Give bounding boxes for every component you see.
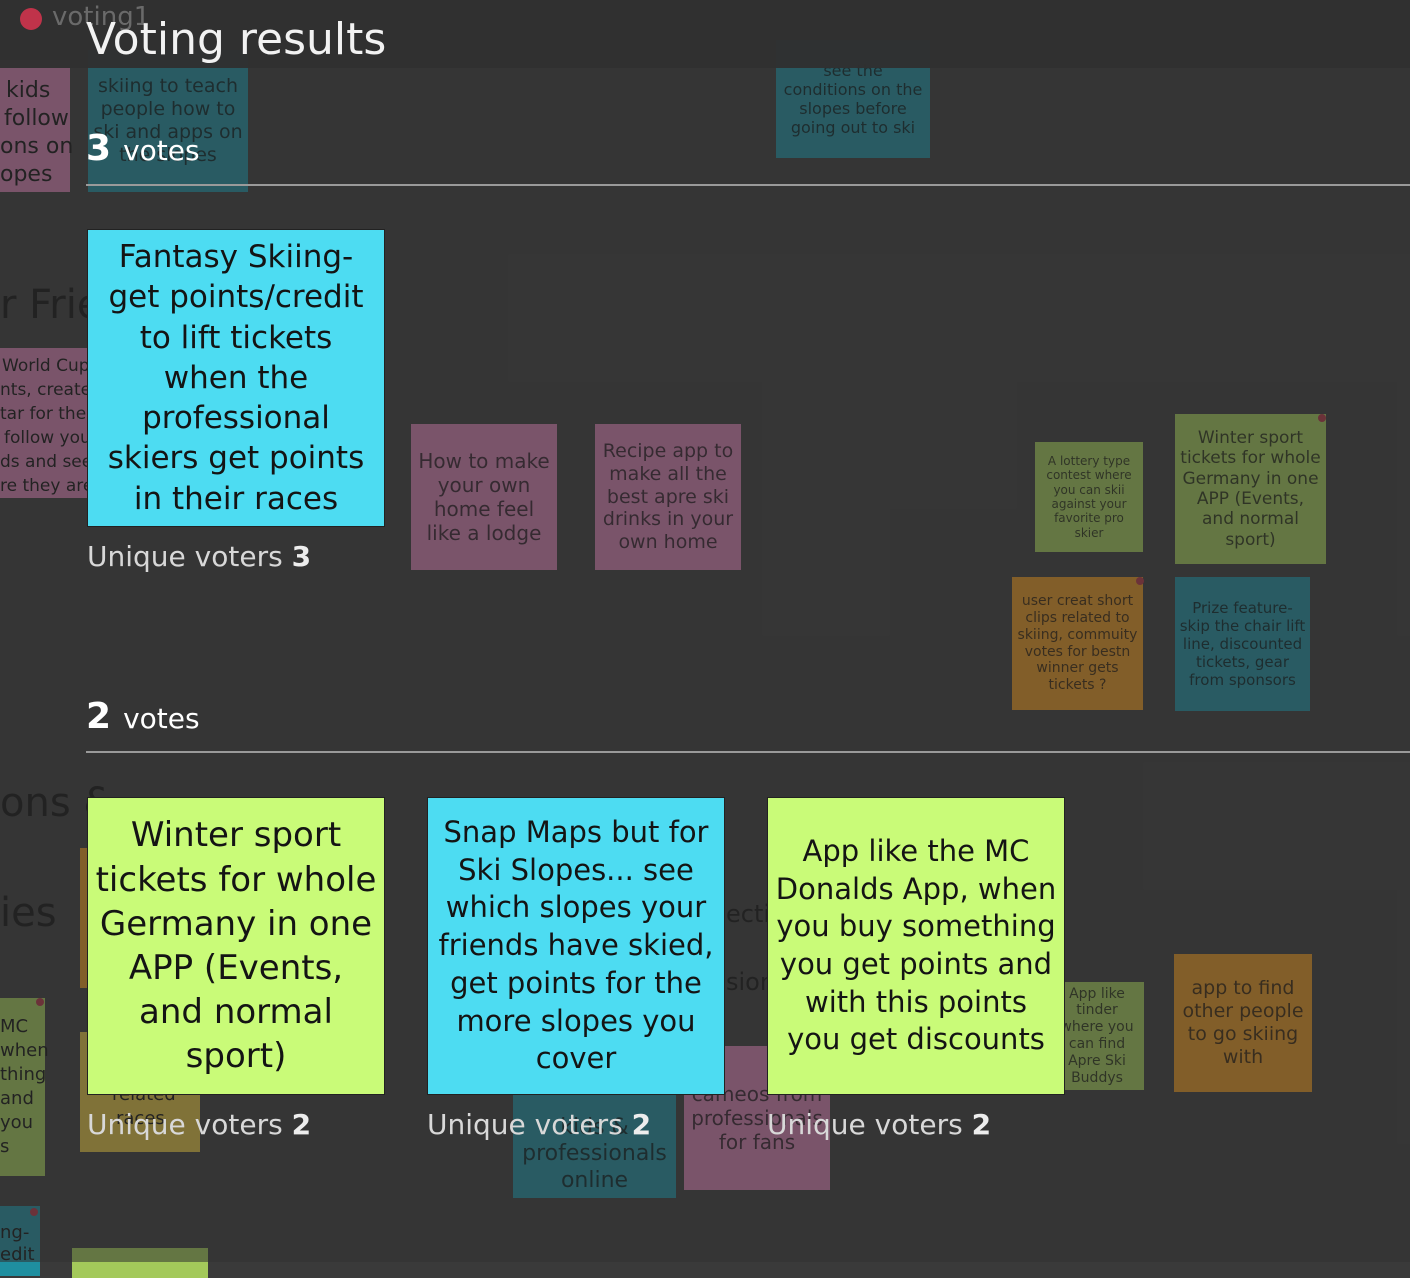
divider [86, 184, 1410, 186]
vote-dot-icon [30, 1208, 38, 1216]
background-text: follow you [4, 428, 91, 448]
idea-text: Fantasy Skiing- get points/credit to lif… [107, 238, 365, 517]
background-text: re they are [0, 476, 94, 496]
unique-voters: Unique voters 2 [427, 1108, 651, 1141]
background-text: when [0, 1040, 49, 1061]
voted-idea-card[interactable]: Snap Maps but for Ski Slopes... see whic… [427, 797, 725, 1095]
board-color-dot-icon [20, 8, 42, 30]
vote-count: 3 [86, 128, 112, 169]
background-sticky-note[interactable]: A lottery type contest where you can ski… [1035, 442, 1143, 552]
results-header: voting1 Voting results [0, 0, 1410, 68]
idea-text: Winter sport tickets for whole Germany i… [95, 815, 377, 1077]
background-sticky-note[interactable]: Prize feature- skip the chair lift line,… [1175, 577, 1310, 711]
background-text: you [0, 1112, 34, 1133]
background-text: World Cup [2, 356, 90, 376]
voted-idea-card[interactable]: Fantasy Skiing- get points/credit to lif… [87, 229, 385, 527]
unique-voters-count: 2 [291, 1108, 312, 1141]
page-title: Voting results [86, 14, 387, 65]
background-sticky-note[interactable]: Winter sport tickets for whole Germany i… [1175, 414, 1326, 564]
unique-voters-label: Unique voters [87, 540, 283, 573]
background-sticky-note[interactable]: Recipe app to make all the best apre ski… [595, 424, 741, 570]
vote-group-header: 2 votes [86, 696, 200, 737]
background-text: opes [0, 162, 53, 187]
background-text: kids [6, 78, 51, 103]
unique-voters-label: Unique voters [427, 1108, 623, 1141]
vote-group-header: 3 votes [86, 128, 200, 169]
unique-voters-count: 2 [971, 1108, 992, 1141]
background-text: follow [4, 106, 69, 131]
vote-count-label: votes [123, 134, 200, 167]
background-sticky-note[interactable]: skiing to teach people how to ski and ap… [88, 50, 248, 192]
unique-voters-count: 3 [291, 540, 312, 573]
background-text: nts, create [0, 380, 92, 400]
vote-dot-icon [36, 998, 44, 1006]
background-text: thing [0, 1064, 47, 1085]
background-sticky-note[interactable] [72, 1248, 208, 1278]
voted-idea-card[interactable]: App like the MC Donalds App, when you bu… [767, 797, 1065, 1095]
background-text: tar for the [0, 404, 87, 424]
background-sticky-note[interactable]: kids & professionals online [513, 1090, 676, 1198]
background-text: ds and see [0, 452, 93, 472]
section-title: ies [0, 890, 57, 936]
background-text: MC [0, 1016, 29, 1037]
unique-voters-label: Unique voters [767, 1108, 963, 1141]
vote-count-label: votes [123, 702, 200, 735]
background-text: s [0, 1136, 10, 1157]
idea-text: Snap Maps but for Ski Slopes... see whic… [438, 815, 714, 1076]
idea-text: App like the MC Donalds App, when you bu… [775, 833, 1057, 1057]
background-text: and [0, 1088, 34, 1109]
unique-voters-count: 2 [631, 1108, 652, 1141]
background-sticky-note[interactable]: app to find other people to go skiing wi… [1174, 954, 1312, 1092]
vote-dot-icon [1136, 577, 1144, 585]
voted-idea-card[interactable]: Winter sport tickets for whole Germany i… [87, 797, 385, 1095]
unique-voters: Unique voters 2 [87, 1108, 311, 1141]
unique-voters: Unique voters 2 [767, 1108, 991, 1141]
vote-count: 2 [86, 696, 112, 737]
vote-dot-icon [1318, 414, 1326, 422]
background-text: ons on [0, 134, 74, 159]
divider [86, 751, 1410, 753]
unique-voters-label: Unique voters [87, 1108, 283, 1141]
background-sticky-note[interactable]: How to make your own home feel like a lo… [411, 424, 557, 570]
unique-voters: Unique voters 3 [87, 540, 311, 573]
background-text: ng- [0, 1222, 30, 1243]
background-sticky-note[interactable]: user creat short clips related to skiing… [1012, 577, 1143, 710]
